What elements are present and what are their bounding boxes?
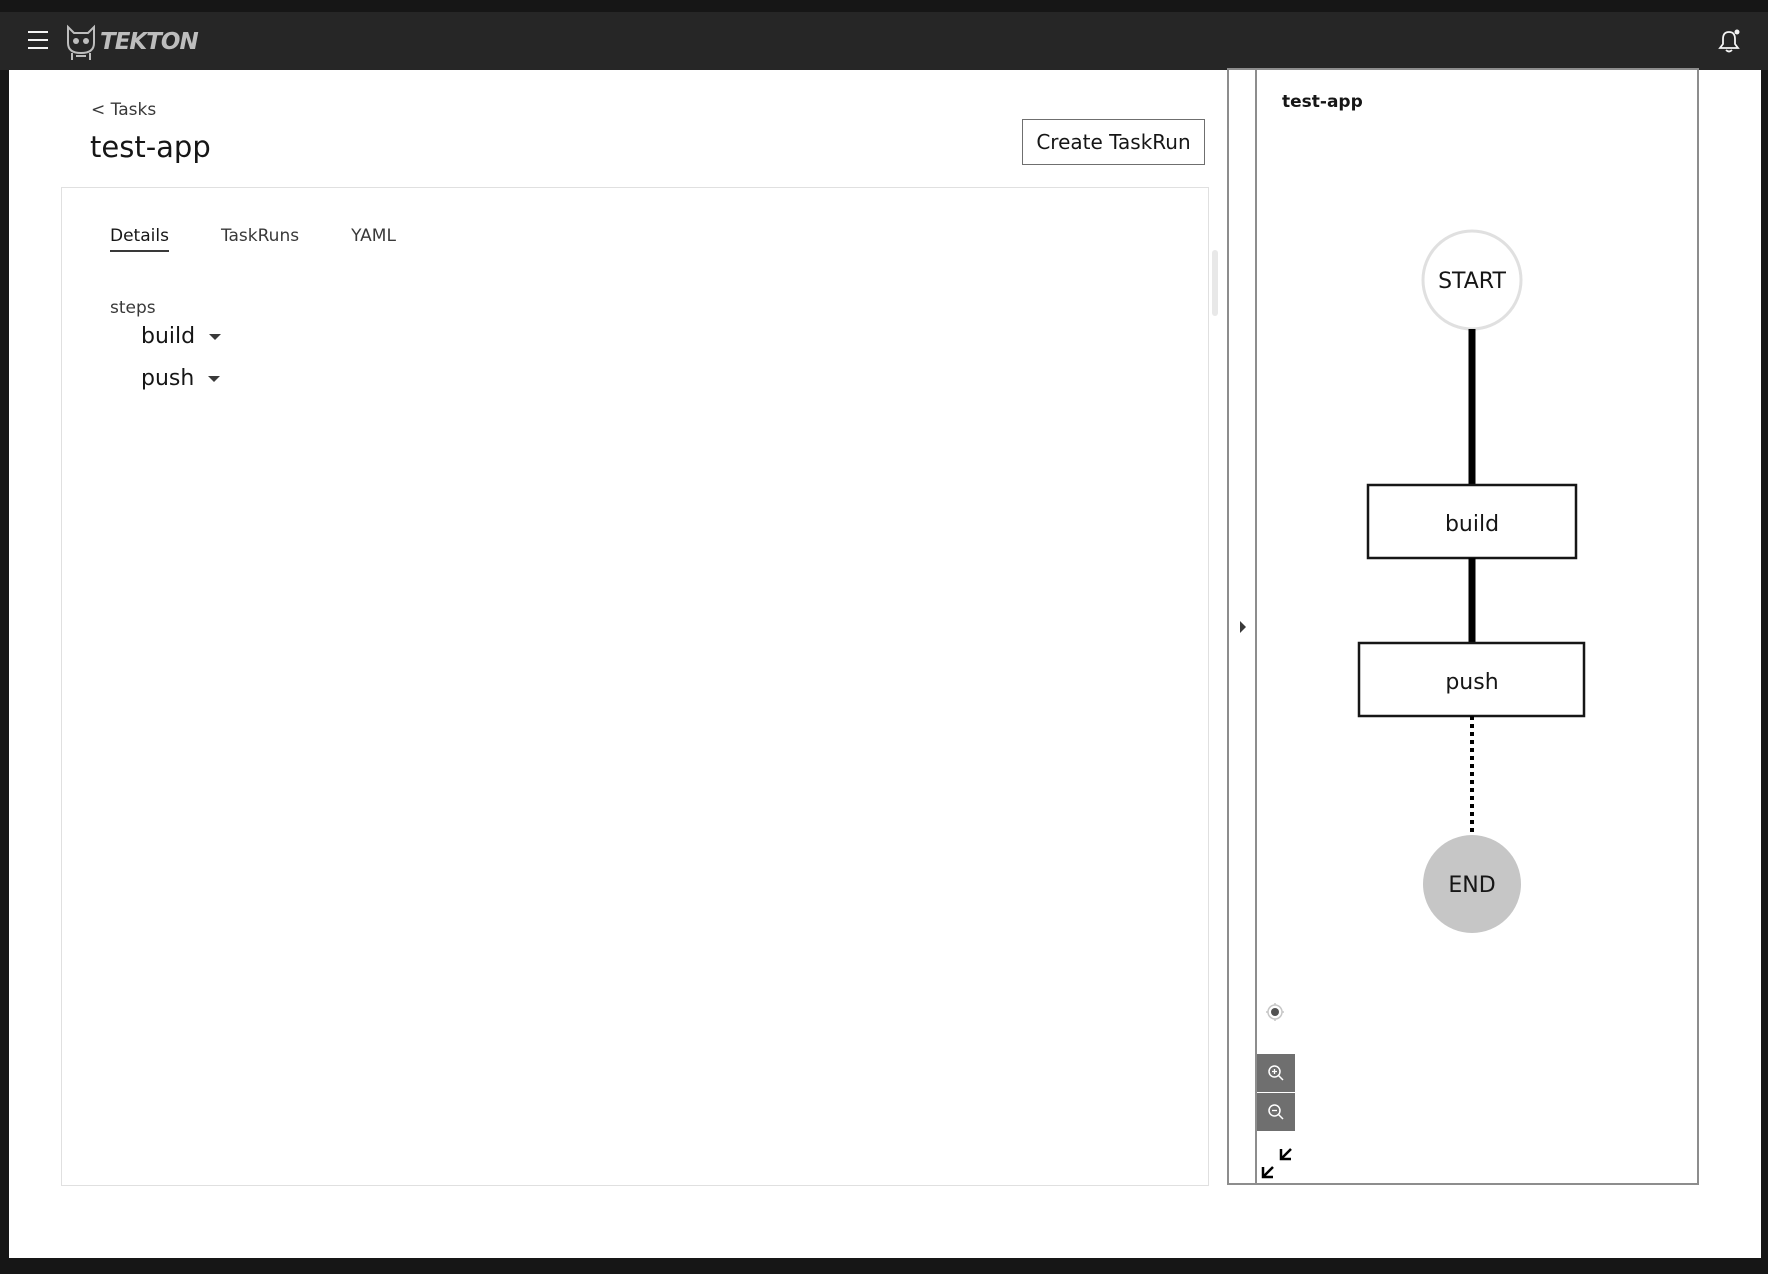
menu-icon[interactable] [28, 31, 48, 49]
graph-node-label: push [1445, 670, 1498, 695]
graph-side-panel: test-app START build push END [1227, 68, 1699, 1185]
caret-down-icon [209, 333, 222, 340]
page-title: test-app [90, 130, 211, 164]
step-label: push [141, 366, 195, 391]
minimize-icon[interactable] [1259, 1145, 1295, 1181]
tab-taskruns[interactable]: TaskRuns [221, 226, 299, 252]
steps-label: steps [110, 298, 156, 318]
scrollbar[interactable] [1212, 250, 1218, 316]
logo-text: TEKTON [100, 29, 199, 55]
tab-details[interactable]: Details [110, 226, 169, 252]
zoom-out-icon [1268, 1104, 1284, 1120]
breadcrumb-tasks[interactable]: < Tasks [91, 100, 156, 120]
step-push[interactable]: push [141, 366, 221, 391]
graph-start-label: START [1438, 269, 1506, 294]
details-panel: Details TaskRuns YAML steps build push [61, 187, 1209, 1186]
create-taskrun-button[interactable]: Create TaskRun [1022, 119, 1205, 165]
zoom-in-button[interactable] [1257, 1054, 1295, 1092]
main-content: < Tasks test-app Create TaskRun Details … [9, 68, 1761, 1258]
step-build[interactable]: build [141, 324, 222, 349]
recenter-icon[interactable] [1265, 1002, 1285, 1022]
graph-end-label: END [1448, 873, 1495, 898]
notification-bell-icon[interactable] [1716, 28, 1742, 54]
task-graph: START build push END [1357, 229, 1586, 933]
top-header: TEKTON [0, 12, 1768, 70]
zoom-in-icon [1268, 1065, 1284, 1081]
tekton-cat-icon [67, 24, 95, 60]
zoom-out-button[interactable] [1257, 1093, 1295, 1131]
tekton-logo[interactable]: TEKTON [64, 22, 199, 62]
graph-node-label: build [1445, 512, 1499, 537]
step-label: build [141, 324, 196, 349]
tab-yaml[interactable]: YAML [351, 226, 396, 252]
caret-down-icon [208, 375, 221, 382]
tab-list: Details TaskRuns YAML [110, 226, 448, 252]
